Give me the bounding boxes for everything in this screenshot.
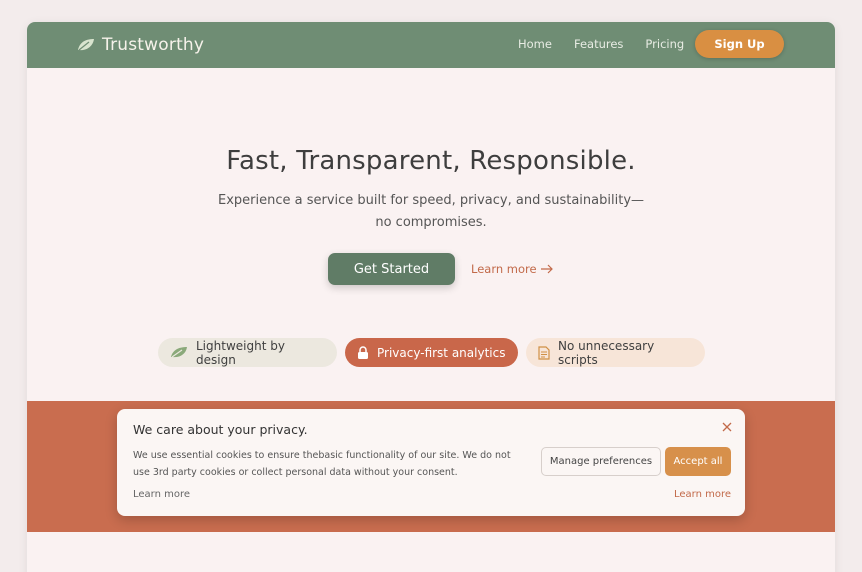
feature-label: Privacy-first analytics	[377, 345, 506, 360]
nav-pricing[interactable]: Pricing	[645, 37, 684, 51]
cookie-banner: We care about your privacy. We use essen…	[117, 409, 745, 516]
nav-home[interactable]: Home	[518, 37, 552, 51]
hero-subtitle: Experience a service built for speed, pr…	[217, 193, 645, 230]
feature-pill-scripts: No unnecessary scripts	[526, 338, 705, 367]
brand[interactable]: Trustworthy	[77, 33, 204, 57]
feature-label: No unnecessary scripts	[558, 338, 655, 367]
cookie-title: We care about your privacy.	[133, 422, 308, 437]
leaf-icon	[77, 38, 95, 52]
hero-title: Fast, Transparent, Responsible.	[226, 146, 636, 176]
lock-icon	[357, 345, 369, 360]
feature-pill-lightweight: Lightweight by design	[158, 338, 337, 367]
arrow-right-icon	[540, 264, 554, 274]
cookie-text: We use essential cookies to ensure theba…	[133, 450, 511, 478]
feature-pill-privacy: Privacy-first analytics	[345, 338, 518, 367]
nav-links: Home Features Pricing	[518, 37, 684, 51]
nav-features[interactable]: Features	[574, 37, 623, 51]
hero-learn-more-label: Learn more	[471, 262, 537, 276]
app-frame: Trustworthy Home Features Pricing Sign U…	[27, 22, 835, 572]
top-navbar: Trustworthy Home Features Pricing Sign U…	[27, 22, 835, 68]
get-started-button[interactable]: Get Started	[328, 253, 455, 285]
manage-preferences-button[interactable]: Manage preferences	[541, 447, 661, 476]
accept-all-button[interactable]: Accept all	[665, 447, 731, 476]
cookie-learn-more-right[interactable]: Learn more	[674, 489, 731, 500]
feature-label: Lightweight by design	[196, 338, 285, 367]
leaf-icon	[170, 346, 188, 359]
brand-name: Trustworthy	[102, 35, 205, 55]
cookie-learn-more-left[interactable]: Learn more	[133, 489, 190, 500]
close-icon[interactable]	[722, 420, 732, 436]
document-icon	[538, 345, 550, 360]
signup-button[interactable]: Sign Up	[695, 30, 784, 58]
hero-learn-more-link[interactable]: Learn more	[471, 262, 554, 276]
